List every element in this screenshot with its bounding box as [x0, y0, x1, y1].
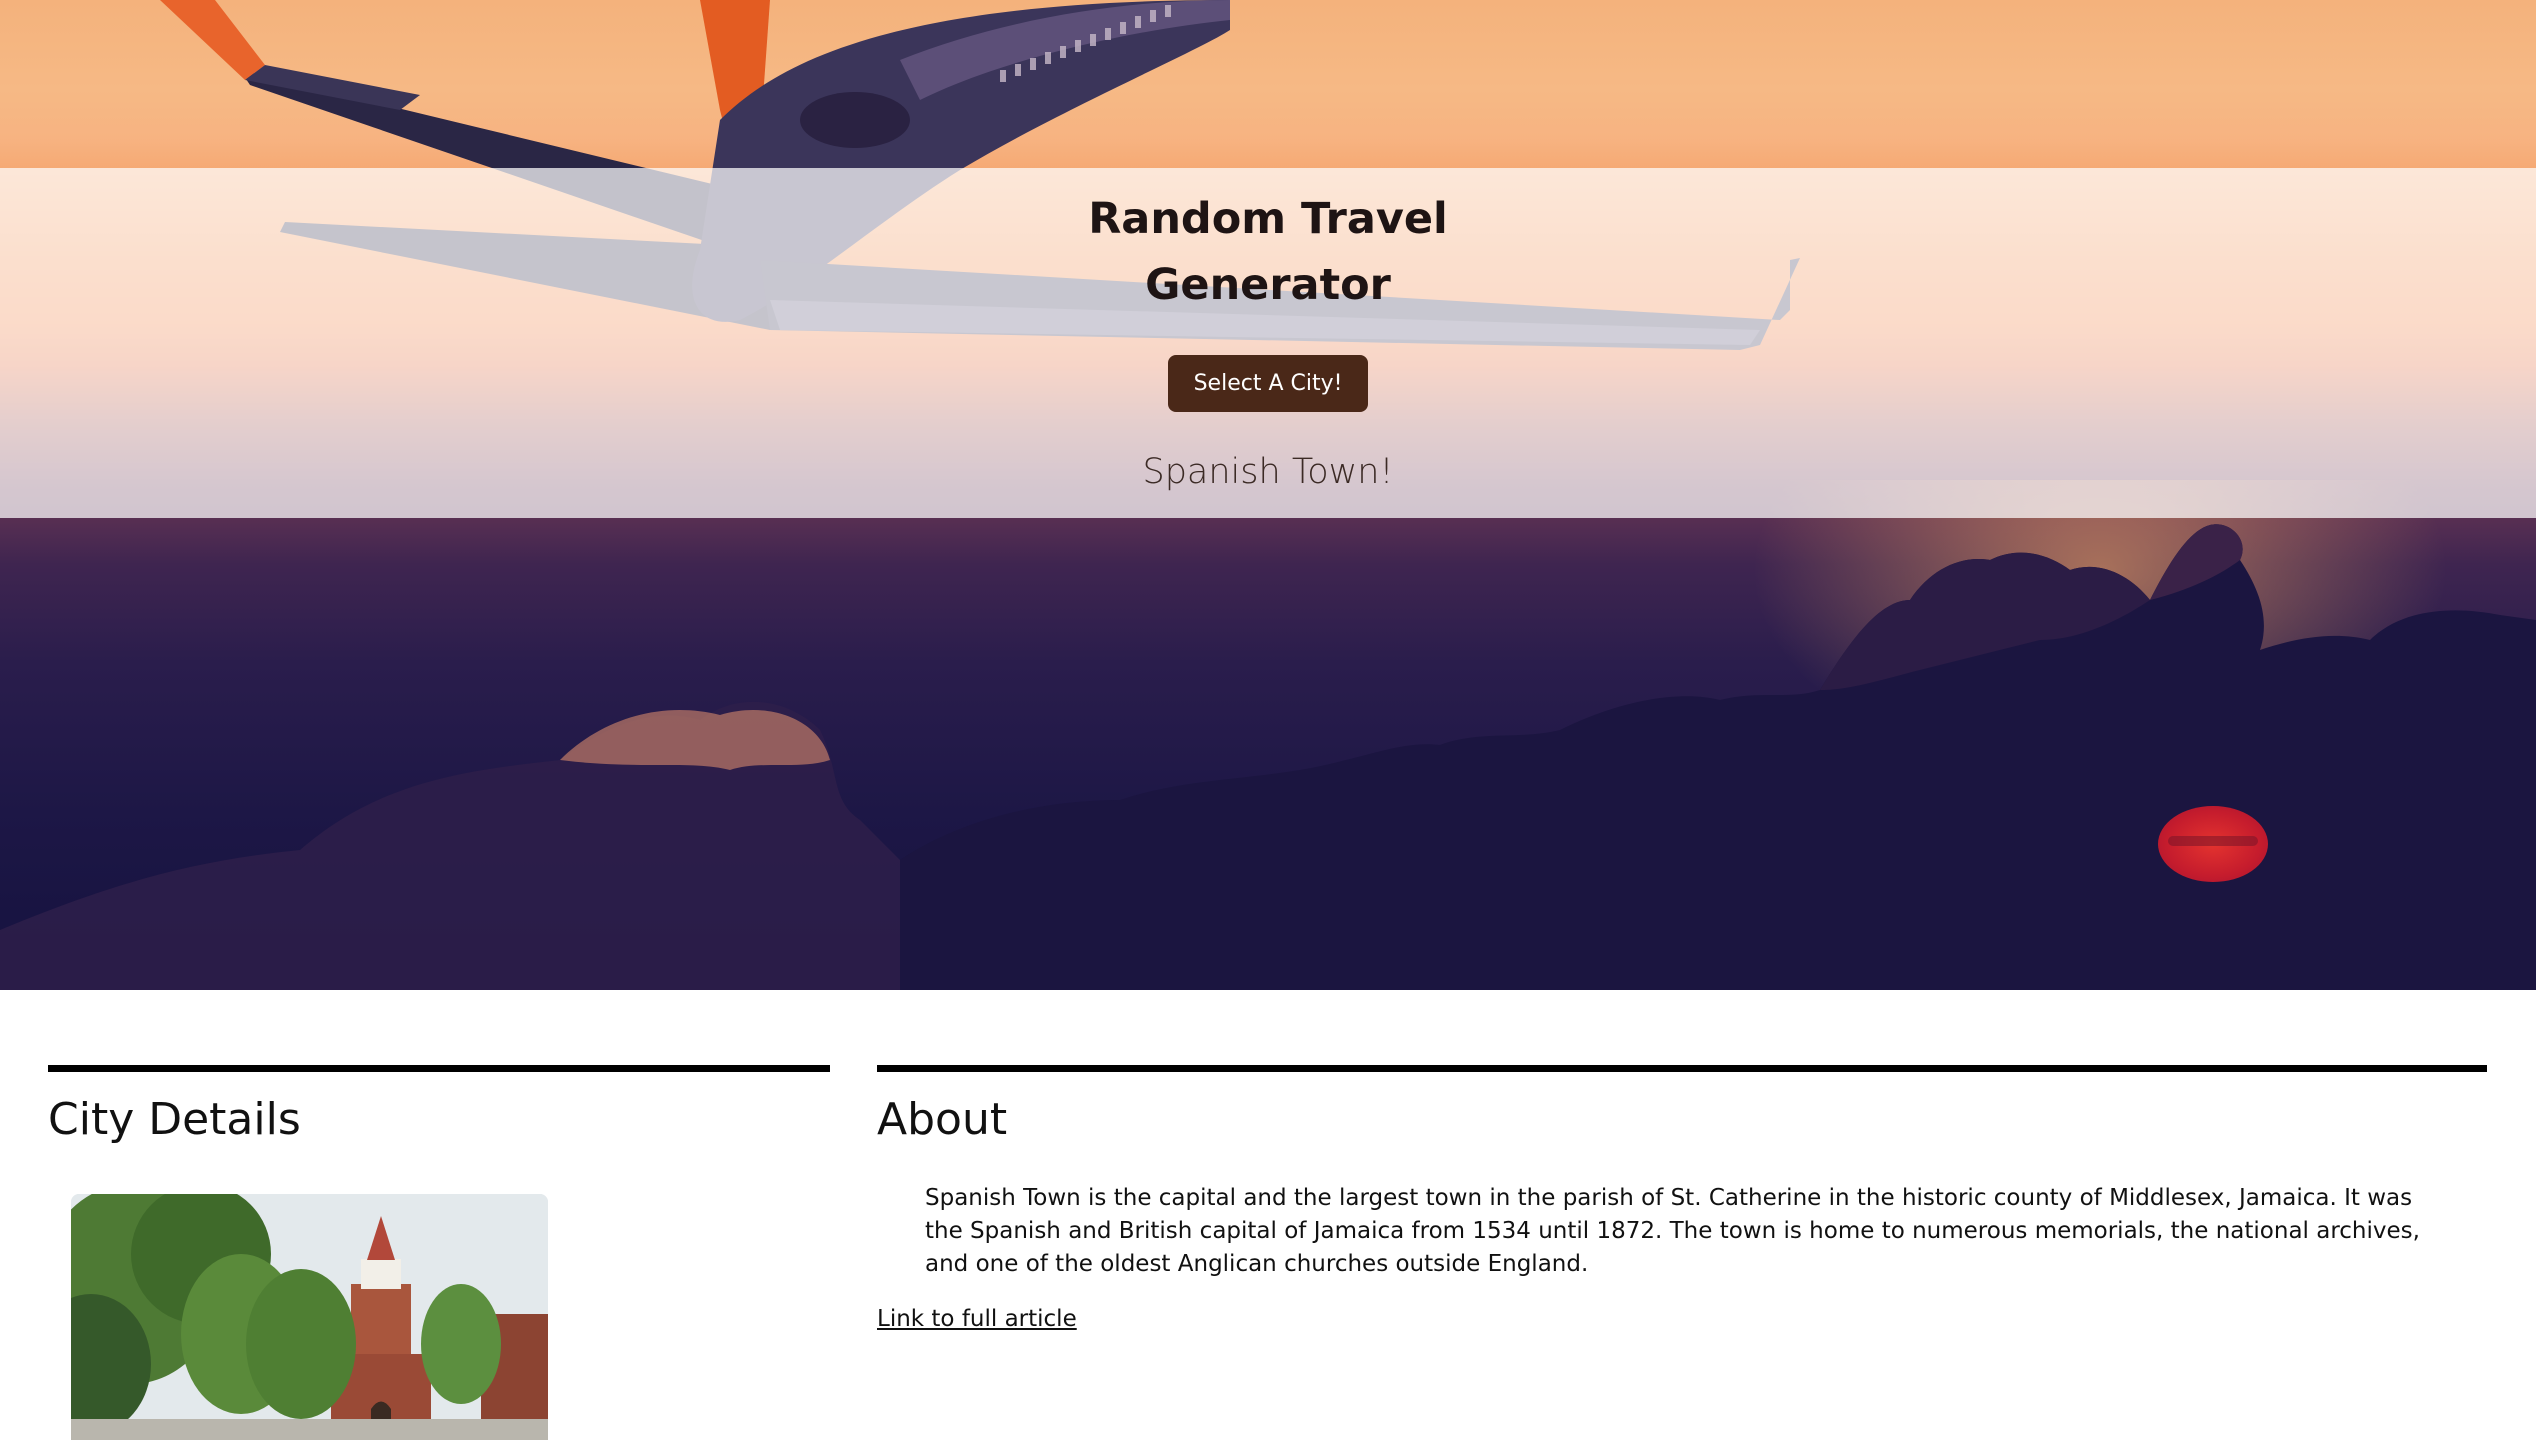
church-photo-icon	[71, 1194, 548, 1440]
city-photo	[71, 1194, 548, 1440]
page-title: Random Travel Generator	[1068, 186, 1468, 318]
page-title-line-1: Random Travel	[1088, 194, 1448, 244]
select-city-button[interactable]: Select A City!	[1168, 355, 1368, 412]
city-details-heading: City Details	[48, 1094, 301, 1145]
page-title-line-2: Generator	[1145, 260, 1391, 310]
full-article-link[interactable]: Link to full article	[877, 1306, 1077, 1332]
about-divider	[877, 1065, 2487, 1072]
about-description: Spanish Town is the capital and the larg…	[925, 1185, 2420, 1277]
about-heading: About	[877, 1094, 1008, 1145]
selected-city-name: Spanish Town!	[1142, 452, 1394, 492]
city-details-divider	[48, 1065, 830, 1072]
